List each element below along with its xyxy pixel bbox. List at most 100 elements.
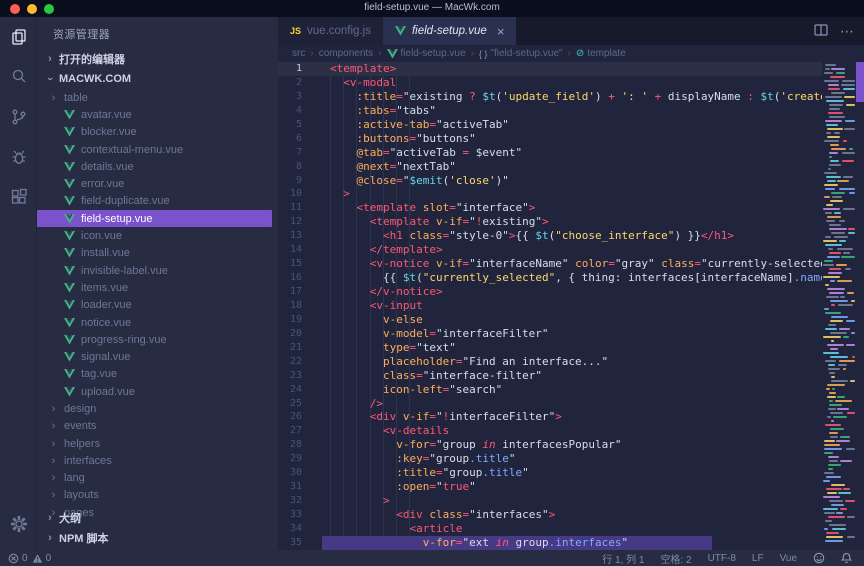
- code-line-1[interactable]: 1<template>: [278, 62, 822, 76]
- code-line-25[interactable]: 25 />: [278, 397, 822, 411]
- tree-item-details-vue[interactable]: details.vue: [37, 158, 272, 175]
- tree-item-notice-vue[interactable]: notice.vue: [37, 314, 272, 331]
- code-line-5[interactable]: 5 :active-tab="activeTab": [278, 118, 822, 132]
- code-line-17[interactable]: 17 </v-notice>: [278, 285, 822, 299]
- minimap-line: [848, 232, 855, 234]
- code-line-4[interactable]: 4 :tabs="tabs": [278, 104, 822, 118]
- scrollbar[interactable]: [856, 62, 864, 550]
- tree-item-loader-vue[interactable]: loader.vue: [37, 297, 272, 314]
- code-line-6[interactable]: 6 :buttons="buttons": [278, 132, 822, 146]
- code-line-26[interactable]: 26 <div v-if="!interfaceFilter">: [278, 410, 822, 424]
- minimap-line: [842, 80, 855, 82]
- tree-item-contextual-menu-vue[interactable]: contextual-menu.vue: [37, 141, 272, 158]
- code-line-28[interactable]: 28 v-for="group in interfacesPopular": [278, 438, 822, 452]
- code-line-18[interactable]: 18 <v-input: [278, 299, 822, 313]
- npm-scripts-section[interactable]: › NPM 脚本: [37, 528, 278, 548]
- tree-item-upload-vue[interactable]: upload.vue: [37, 383, 272, 400]
- code-area[interactable]: 1<template>2 <v-modal3 :title="existing …: [278, 62, 822, 550]
- code-line-19[interactable]: 19 v-else: [278, 313, 822, 327]
- breadcrumb-item-src[interactable]: src: [292, 48, 305, 59]
- search-icon[interactable]: [0, 57, 37, 97]
- source-control-icon[interactable]: [0, 97, 37, 137]
- tab-close-icon[interactable]: ×: [497, 24, 505, 39]
- tree-item-progress-ring-vue[interactable]: progress-ring.vue: [37, 331, 272, 348]
- tree-item-tag-vue[interactable]: tag.vue: [37, 366, 272, 383]
- feedback-smiley-icon[interactable]: [813, 552, 825, 564]
- code-line-7[interactable]: 7 @tab="activeTab = $event": [278, 146, 822, 160]
- tree-item-layouts[interactable]: ›layouts: [37, 487, 272, 504]
- code-line-23[interactable]: 23 class="interface-filter": [278, 369, 822, 383]
- code-line-35[interactable]: 35 v-for="ext in group.interfaces": [278, 536, 822, 550]
- minimap-line: [824, 448, 842, 450]
- notifications-bell-icon[interactable]: [841, 552, 852, 564]
- outline-section[interactable]: › 大纲: [37, 508, 278, 528]
- tree-item-lang[interactable]: ›lang: [37, 470, 272, 487]
- tree-item-avatar-vue[interactable]: avatar.vue: [37, 106, 272, 123]
- tree-item-interfaces[interactable]: ›interfaces: [37, 452, 272, 469]
- code-line-21[interactable]: 21 type="text": [278, 341, 822, 355]
- more-actions-icon[interactable]: ⋯: [840, 24, 854, 38]
- workspace-section[interactable]: › MACWK.COM: [37, 69, 278, 89]
- tree-item-design[interactable]: ›design: [37, 400, 272, 417]
- code-line-12[interactable]: 12 <template v-if="!existing">: [278, 215, 822, 229]
- status-cursor-position[interactable]: 行 1, 列 1: [602, 551, 644, 566]
- tree-item-label: install.vue: [81, 247, 130, 259]
- debug-icon[interactable]: [0, 137, 37, 177]
- breadcrumb-item-components[interactable]: components: [319, 48, 373, 59]
- tree-item-events[interactable]: ›events: [37, 418, 272, 435]
- open-editors-section[interactable]: › 打开的编辑器: [37, 49, 278, 69]
- code-line-29[interactable]: 29 :key="group.title": [278, 452, 822, 466]
- scrollbar-thumb[interactable]: [856, 62, 864, 102]
- code-line-10[interactable]: 10 >: [278, 187, 822, 201]
- code-line-9[interactable]: 9 @close="$emit('close')": [278, 174, 822, 188]
- status-eol[interactable]: LF: [752, 553, 764, 564]
- status-encoding[interactable]: UTF-8: [708, 553, 736, 564]
- minimap-line: [831, 420, 835, 422]
- tree-item-icon-vue[interactable]: icon.vue: [37, 227, 272, 244]
- minimap-line: [825, 96, 842, 98]
- code-line-20[interactable]: 20 v-model="interfaceFilter": [278, 327, 822, 341]
- status-errors[interactable]: 0: [8, 553, 28, 564]
- minimap[interactable]: [822, 62, 856, 550]
- code-line-30[interactable]: 30 :title="group.title": [278, 466, 822, 480]
- breadcrumb-item-field-setup-vue[interactable]: field-setup.vue: [387, 48, 466, 59]
- code-line-22[interactable]: 22 placeholder="Find an interface...": [278, 355, 822, 369]
- code-line-2[interactable]: 2 <v-modal: [278, 76, 822, 90]
- tree-item-blocker-vue[interactable]: blocker.vue: [37, 124, 272, 141]
- tree-item-table[interactable]: ›table: [37, 89, 272, 106]
- explorer-icon[interactable]: [0, 17, 37, 57]
- status-indentation[interactable]: 空格: 2: [660, 551, 691, 566]
- code-line-16[interactable]: 16 {{ $t("currently_selected", { thing: …: [278, 271, 822, 285]
- code-line-32[interactable]: 32 >: [278, 494, 822, 508]
- tree-item-field-setup-vue[interactable]: field-setup.vue: [37, 210, 272, 227]
- code-line-24[interactable]: 24 icon-left="search": [278, 383, 822, 397]
- tree-item-helpers[interactable]: ›helpers: [37, 435, 272, 452]
- code-line-31[interactable]: 31 :open="true": [278, 480, 822, 494]
- tree-item-invisible-label-vue[interactable]: invisible-label.vue: [37, 262, 272, 279]
- minimap-line: [827, 384, 845, 386]
- tree-item-error-vue[interactable]: error.vue: [37, 175, 272, 192]
- tree-item-field-duplicate-vue[interactable]: field-duplicate.vue: [37, 193, 272, 210]
- tab-vue-config-js[interactable]: JSvue.config.js: [278, 17, 383, 45]
- code-line-27[interactable]: 27 <v-details: [278, 424, 822, 438]
- code-line-11[interactable]: 11 <template slot="interface">: [278, 201, 822, 215]
- code-line-3[interactable]: 3 :title="existing ? $t('update_field') …: [278, 90, 822, 104]
- status-language[interactable]: Vue: [780, 553, 797, 564]
- split-editor-icon[interactable]: [814, 24, 828, 38]
- code-line-8[interactable]: 8 @next="nextTab": [278, 160, 822, 174]
- tab-field-setup-vue[interactable]: field-setup.vue×: [383, 17, 516, 45]
- breadcrumb-item-template[interactable]: ⊘template: [576, 48, 626, 59]
- code-line-15[interactable]: 15 <v-notice v-if="interfaceName" color=…: [278, 257, 822, 271]
- code-line-13[interactable]: 13 <h1 class="style-0">{{ $t("choose_int…: [278, 229, 822, 243]
- tree-item-items-vue[interactable]: items.vue: [37, 279, 272, 296]
- minimap-line: [843, 336, 849, 338]
- code-line-14[interactable]: 14 </template>: [278, 243, 822, 257]
- settings-gear-icon[interactable]: [0, 504, 37, 544]
- status-warnings[interactable]: 0: [32, 553, 52, 564]
- tree-item-signal-vue[interactable]: signal.vue: [37, 348, 272, 365]
- extensions-icon[interactable]: [0, 177, 37, 217]
- tree-item-install-vue[interactable]: install.vue: [37, 245, 272, 262]
- code-line-33[interactable]: 33 <div class="interfaces">: [278, 508, 822, 522]
- code-line-34[interactable]: 34 <article: [278, 522, 822, 536]
- breadcrumb-item-field-setup-vue[interactable]: { }"field-setup.vue": [479, 48, 563, 59]
